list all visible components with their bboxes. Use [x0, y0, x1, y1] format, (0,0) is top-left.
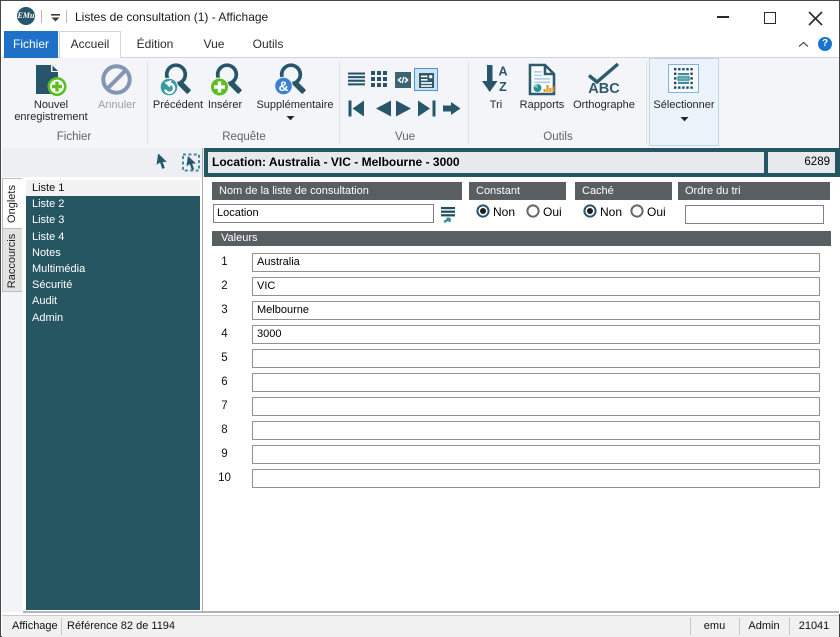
svg-text:&: &: [278, 78, 288, 94]
svg-text:ABC: ABC: [588, 81, 620, 95]
svg-text:A: A: [498, 65, 507, 79]
svg-text:Z: Z: [499, 80, 507, 94]
